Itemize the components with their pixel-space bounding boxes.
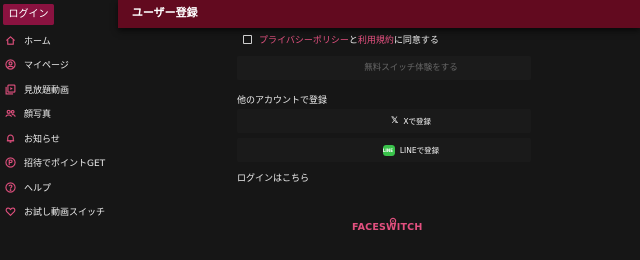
logo-text: FACESWITCH <box>352 222 423 233</box>
terms-agreement: プライバシーポリシー と 利用規約 に同意する <box>243 33 439 46</box>
sidebar-item-mypage[interactable]: マイページ <box>0 53 118 78</box>
register-with-line-button[interactable]: LINE LINEで登録 <box>237 138 531 162</box>
terms-and-text: と <box>348 35 358 46</box>
terms-agree-text: に同意する <box>393 35 439 46</box>
sidebar-item-news[interactable]: お知らせ <box>0 126 118 151</box>
sidebar-item-label: 顔写真 <box>24 110 52 121</box>
sidebar-item-help[interactable]: ヘルプ <box>0 175 118 200</box>
sidebar-item-home[interactable]: ホーム <box>0 28 118 53</box>
faceswitch-logo: FACESWITCH <box>352 216 422 236</box>
home-icon <box>4 34 16 46</box>
page-title: ユーザー登録 <box>132 6 198 19</box>
help-icon <box>4 181 16 193</box>
video-library-icon <box>4 83 16 95</box>
sidebar-item-label: ホーム <box>24 36 51 47</box>
sidebar: ログイン ホーム マイページ 見放題動画 顔写真 お知らせ 招待でポイントGET… <box>0 0 118 260</box>
login-link[interactable]: ログインはこちら <box>237 171 309 184</box>
sidebar-item-unlimited-videos[interactable]: 見放題動画 <box>0 77 118 102</box>
people-icon <box>4 108 16 120</box>
login-button[interactable]: ログイン <box>3 4 54 25</box>
page-header: ユーザー登録 <box>118 0 640 28</box>
sidebar-item-face-photos[interactable]: 顔写真 <box>0 102 118 127</box>
points-icon <box>4 157 16 169</box>
privacy-policy-link[interactable]: プライバシーポリシー <box>259 33 349 46</box>
page: ログイン ホーム マイページ 見放題動画 顔写真 お知らせ 招待でポイントGET… <box>0 0 640 260</box>
sidebar-item-label: 招待でポイントGET <box>24 159 106 170</box>
line-logo-icon: LINE <box>382 144 395 156</box>
register-with-x-button[interactable]: 𝕏 Xで登録 <box>237 109 531 133</box>
other-accounts-title: 他のアカウントで登録 <box>237 96 328 106</box>
sidebar-item-trial-switch[interactable]: お試し動画スイッチ <box>0 200 118 225</box>
sidebar-item-label: お知らせ <box>24 134 60 145</box>
sidebar-item-label: 見放題動画 <box>24 85 70 96</box>
terms-of-service-link[interactable]: 利用規約 <box>358 33 394 46</box>
terms-checkbox[interactable] <box>243 34 252 44</box>
sidebar-item-invite-points[interactable]: 招待でポイントGET <box>0 151 118 176</box>
sidebar-item-label: マイページ <box>24 61 69 72</box>
sidebar-nav: ホーム マイページ 見放題動画 顔写真 お知らせ 招待でポイントGET ヘルプ … <box>0 28 118 224</box>
sidebar-item-label: ヘルプ <box>24 183 52 194</box>
heart-icon <box>4 206 16 218</box>
register-with-line-label: LINEで登録 <box>399 145 440 155</box>
user-circle-icon <box>4 59 16 71</box>
x-logo-icon: 𝕏 <box>391 116 399 126</box>
register-with-x-label: Xで登録 <box>403 116 431 126</box>
bell-icon <box>4 132 16 144</box>
sidebar-item-label: お試し動画スイッチ <box>24 208 106 219</box>
start-free-trial-button[interactable]: 無料スイッチ体験をする <box>237 56 531 80</box>
